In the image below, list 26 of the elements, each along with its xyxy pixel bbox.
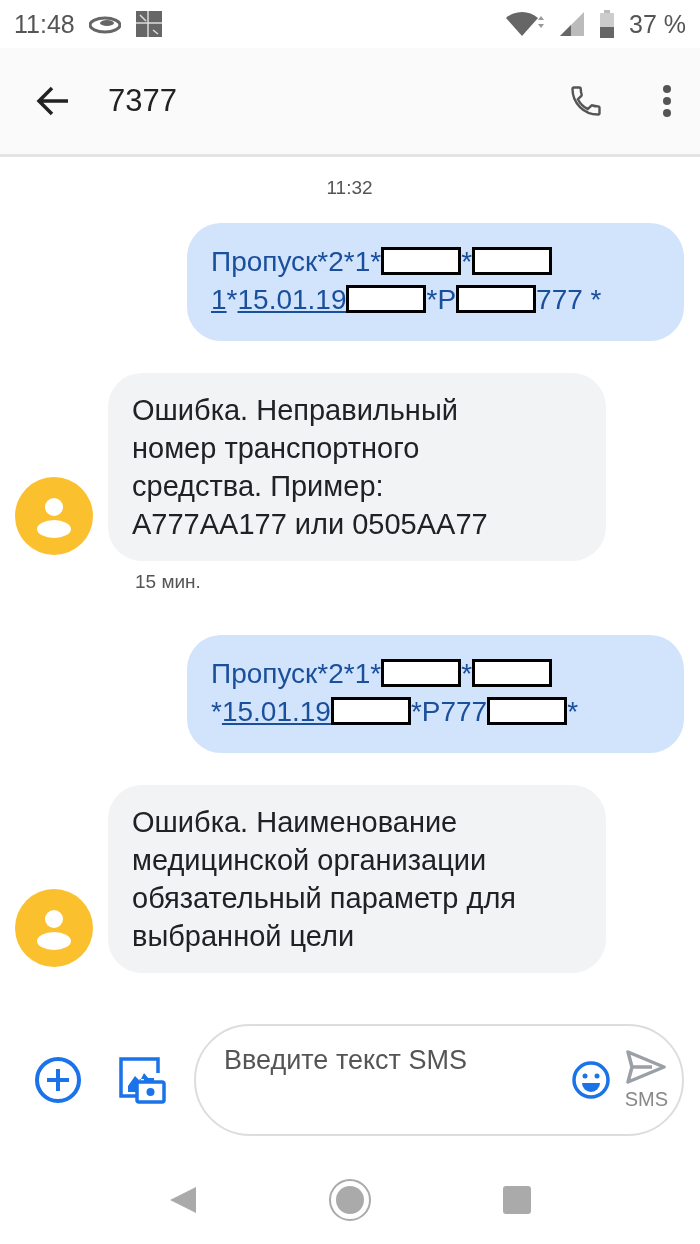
received-message[interactable]: Ошибка. Наименование медицинской организации обязательный параметр для выбранной цели [108,785,606,973]
message-time: 15 мин. [135,571,202,593]
message-link[interactable]: 15.01.19 [237,284,347,315]
message-link[interactable]: 1 [211,284,227,315]
gallery-camera-icon[interactable] [118,1056,166,1104]
home-icon[interactable] [328,1178,372,1222]
signal-icon [559,11,585,37]
patch-icon [134,10,163,38]
phone-icon[interactable] [568,83,604,119]
send-button[interactable]: SMS [624,1049,668,1111]
message-field[interactable]: Введите текст SMS SMS [194,1024,684,1136]
sent-message[interactable]: Пропуск*2*1* * 1*15.01.19 *Р 777 * [187,223,684,341]
status-time: 11:48 [14,9,75,39]
timestamp: 11:32 [326,177,373,199]
message-link[interactable]: 15.01.19 [221,696,331,727]
more-icon[interactable] [662,84,672,118]
battery-level: 37 % [629,9,686,39]
add-icon[interactable] [34,1056,82,1104]
battery-icon [599,10,615,38]
wifi-icon [505,11,545,37]
emoji-icon[interactable] [570,1060,611,1100]
back-icon[interactable] [36,86,70,116]
recents-icon[interactable] [502,1185,532,1215]
conversation-title: 7377 [108,83,177,119]
received-message[interactable]: Ошибка. Неправильный номер транспортного средства. Пример: А777АА177 или 0505АА77 [108,373,606,561]
sent-message[interactable]: Пропуск*2*1* * *15.01.19 *Р777 * [187,635,684,753]
